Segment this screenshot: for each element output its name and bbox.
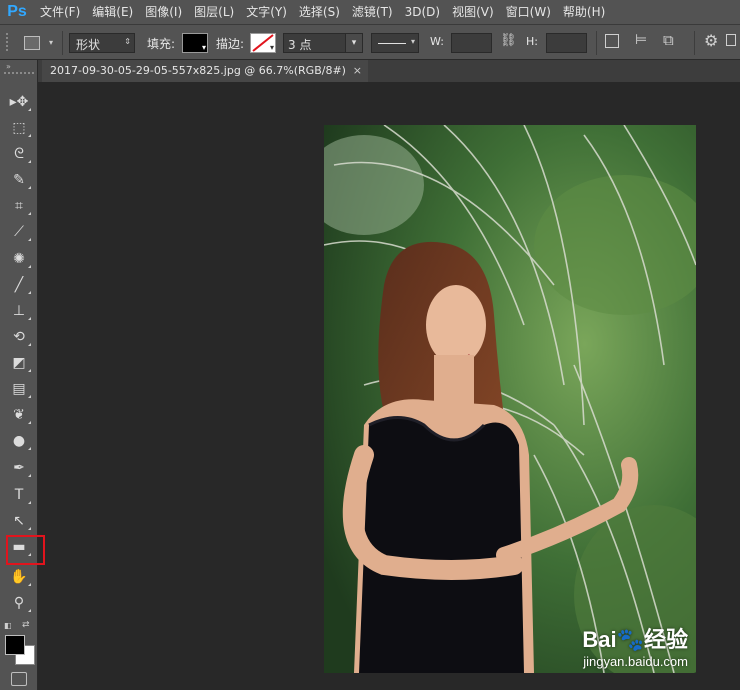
divider: [62, 31, 63, 55]
rectangle-preset-icon: [24, 36, 40, 50]
fill-label: 填充:: [147, 37, 176, 51]
foreground-color-swatch[interactable]: [5, 635, 25, 655]
link-icon[interactable]: ⛓: [500, 33, 517, 48]
path-alignment-icon[interactable]: ⊨: [635, 32, 647, 48]
stroke-swatch[interactable]: ▾: [250, 33, 276, 53]
menu-image[interactable]: 图像(I): [139, 0, 188, 24]
marquee-tool-icon[interactable]: ⬚: [4, 116, 34, 140]
photo-image: [324, 125, 696, 673]
stamp-tool-icon[interactable]: ⊥: [4, 299, 34, 323]
history-brush-tool-icon[interactable]: ⟲: [4, 325, 34, 349]
menu-select[interactable]: 选择(S): [293, 0, 346, 24]
updown-arrows-icon: ⇕: [124, 37, 131, 46]
align-edges-checkbox[interactable]: [726, 34, 736, 46]
menu-edit[interactable]: 编辑(E): [86, 0, 139, 24]
stroke-size-dropdown-icon[interactable]: ▾: [345, 34, 362, 52]
path-select-tool-icon[interactable]: ↖: [4, 509, 34, 533]
chevron-down-icon: ▾: [410, 37, 415, 46]
gradient-tool-icon[interactable]: ▤: [4, 377, 34, 401]
stroke-label: 描边:: [216, 37, 245, 51]
pen-tool-icon[interactable]: ✒: [4, 456, 34, 480]
stroke-line-preview: [378, 43, 406, 44]
chevron-down-icon: ▾: [48, 38, 53, 47]
menu-filter[interactable]: 滤镜(T): [346, 0, 399, 24]
menu-layer[interactable]: 图层(L): [188, 0, 240, 24]
menu-file[interactable]: 文件(F): [34, 0, 86, 24]
watermark-url: jingyan.baidu.com: [583, 654, 688, 669]
divider: [694, 31, 695, 55]
menu-view[interactable]: 视图(V): [446, 0, 500, 24]
width-label: W:: [430, 35, 444, 48]
panel-grip[interactable]: [4, 72, 34, 76]
brush-tool-icon[interactable]: ╱: [4, 273, 34, 297]
close-icon[interactable]: ×: [353, 60, 362, 82]
divider: [596, 31, 597, 55]
hand-tool-icon[interactable]: ✋: [4, 565, 34, 589]
menu-3d[interactable]: 3D(D): [399, 0, 446, 24]
default-colors-icon[interactable]: ◧: [4, 621, 12, 630]
zoom-tool-icon[interactable]: ⚲: [4, 591, 34, 615]
options-bar: ▾ 形状 ⇕ 填充: ▾ 描边: ▾ 3 点 ▾ ▾ W: ⛓ H: ⊨ ⧉ ⚙: [0, 24, 740, 60]
collapse-icon[interactable]: »: [6, 62, 11, 71]
options-grip[interactable]: [6, 33, 14, 51]
menu-help[interactable]: 帮助(H): [557, 0, 611, 24]
chevron-down-icon: ▾: [201, 43, 206, 52]
tools-panel: » ▸✥ ⬚ ᘓ ✎ ⌗ ⟋ ✺ ╱ ⊥ ⟲ ◩ ▤ ❦ ● ✒ T ↖ ▬ ✋ ⚲ ◧ ⇄: [0, 60, 38, 690]
lasso-tool-icon[interactable]: ᘓ: [4, 142, 34, 166]
watermark-brand: Bai: [582, 627, 617, 652]
healing-brush-tool-icon[interactable]: ✺: [4, 247, 34, 271]
quick-mask-icon[interactable]: [11, 672, 27, 686]
tool-preset-picker[interactable]: ▾: [20, 33, 56, 53]
swap-colors-icon[interactable]: ⇄: [22, 620, 30, 630]
menu-window[interactable]: 窗口(W): [500, 0, 557, 24]
baidu-watermark: Bai🐾经验 jingyan.baidu.com: [582, 622, 688, 669]
stroke-type-select[interactable]: ▾: [371, 33, 419, 53]
type-tool-icon[interactable]: T: [4, 483, 34, 507]
selected-tool-highlight: [6, 535, 45, 565]
document-canvas[interactable]: Bai🐾经验 jingyan.baidu.com: [324, 125, 696, 673]
height-label: H:: [526, 35, 538, 48]
eyedropper-tool-icon[interactable]: ⟋: [4, 220, 34, 244]
photoshop-logo: Ps: [7, 3, 27, 20]
blur-tool-icon[interactable]: ❦: [4, 403, 34, 427]
mode-value: 形状: [76, 38, 101, 52]
stroke-size-value: 3 点: [288, 38, 312, 52]
watermark-brand-cn: 经验: [643, 627, 688, 652]
eraser-tool-icon[interactable]: ◩: [4, 351, 34, 375]
mode-select[interactable]: 形状 ⇕: [69, 33, 135, 53]
move-tool-icon[interactable]: ▸✥: [4, 90, 34, 114]
dodge-tool-icon[interactable]: ●: [4, 429, 34, 453]
path-arrangement-icon[interactable]: ⧉: [663, 31, 674, 49]
menu-type[interactable]: 文字(Y): [240, 0, 293, 24]
document-tab-bar: 2017-09-30-05-29-05-557x825.jpg @ 66.7%(…: [38, 60, 740, 82]
fill-swatch[interactable]: ▾: [182, 33, 208, 53]
menu-bar: Ps 文件(F) 编辑(E) 图像(I) 图层(L) 文字(Y) 选择(S) 滤…: [0, 0, 740, 24]
crop-tool-icon[interactable]: ⌗: [4, 194, 34, 218]
gear-icon[interactable]: ⚙: [704, 31, 718, 50]
path-operations-icon[interactable]: [605, 34, 619, 48]
height-input[interactable]: [546, 33, 587, 53]
document-tab[interactable]: 2017-09-30-05-29-05-557x825.jpg @ 66.7%(…: [42, 60, 368, 82]
width-input[interactable]: [451, 33, 492, 53]
chevron-down-icon: ▾: [269, 43, 274, 52]
paw-icon: 🐾: [616, 627, 644, 652]
document-title: 2017-09-30-05-29-05-557x825.jpg @ 66.7%(…: [50, 64, 346, 77]
quick-select-tool-icon[interactable]: ✎: [4, 168, 34, 192]
stroke-size-field[interactable]: 3 点 ▾: [283, 33, 363, 53]
